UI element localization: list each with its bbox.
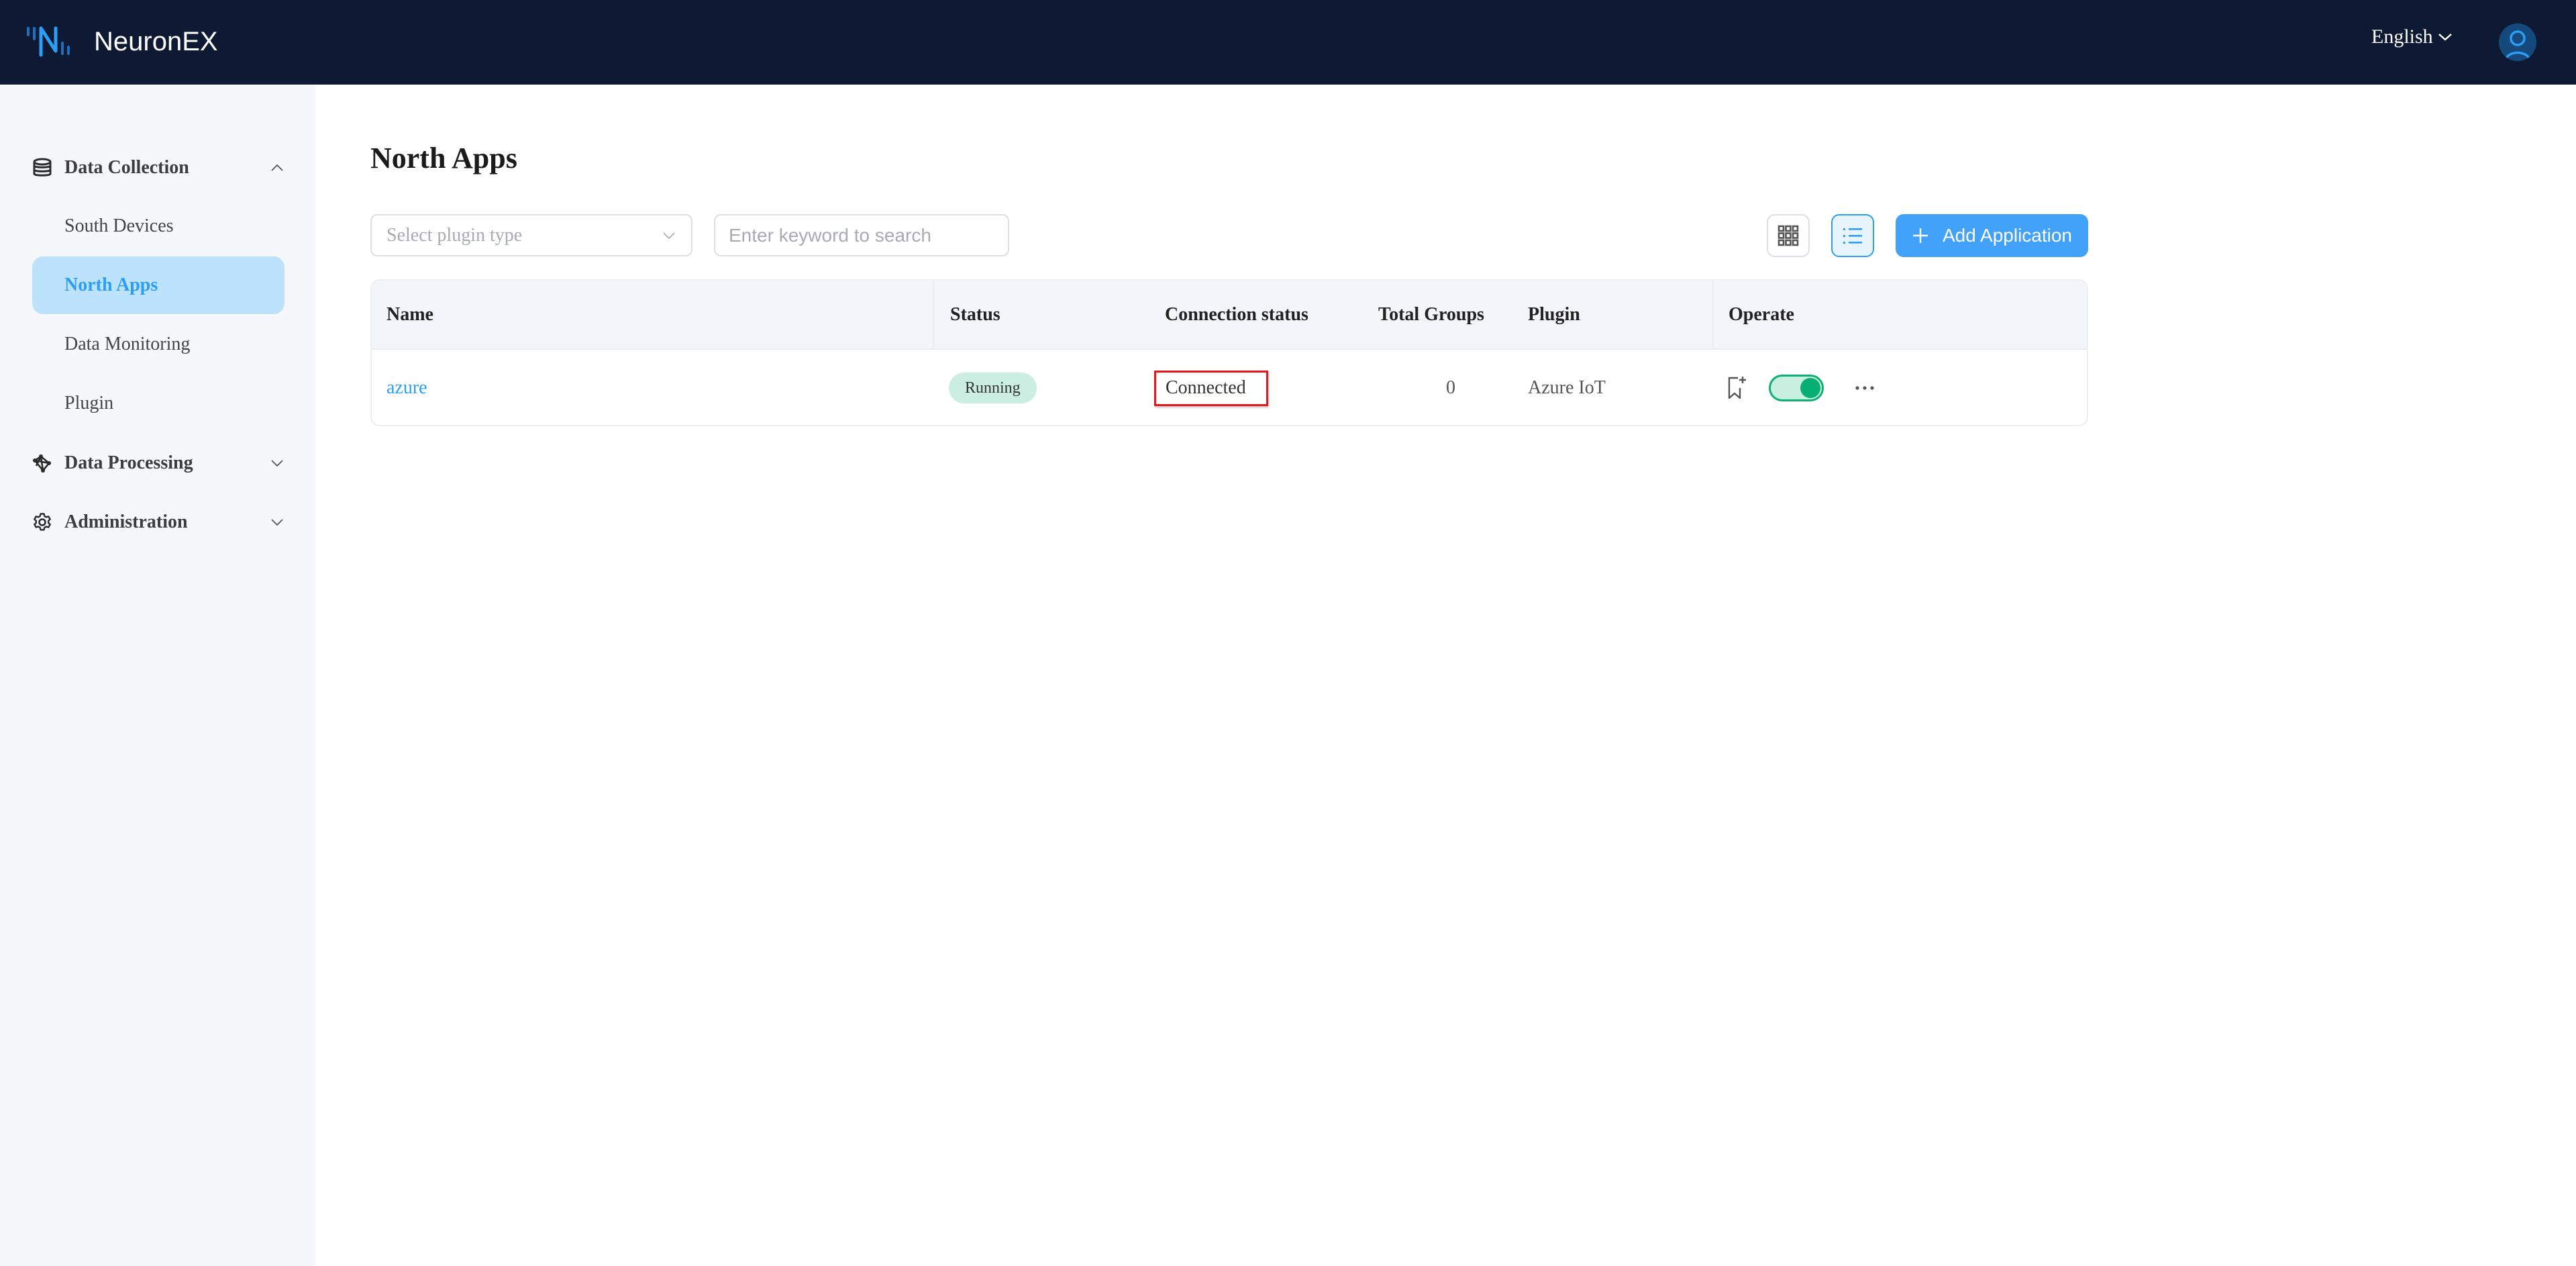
status-badge: Running — [949, 373, 1037, 403]
plus-icon — [1912, 228, 1928, 243]
top-header: NeuronEX English — [0, 0, 2576, 85]
table-header: Name Status Connection status Total Grou… — [372, 281, 2087, 350]
page-title: North Apps — [370, 142, 517, 175]
sidebar-group-label: Administration — [64, 512, 188, 532]
table-row: azure Running Connected 0 Azure IoT — [372, 350, 2087, 425]
sidebar-group-data-processing[interactable]: Data Processing — [32, 443, 285, 483]
grid-view-button[interactable] — [1767, 214, 1810, 257]
neuronex-logo-icon — [27, 26, 70, 57]
row-operations — [1726, 350, 1875, 425]
plugin-type-select[interactable]: Select plugin type — [370, 214, 692, 256]
column-header-plugin: Plugin — [1528, 303, 1580, 325]
language-selector[interactable]: English — [2371, 26, 2453, 48]
chevron-up-icon — [271, 164, 283, 171]
sidebar-item-plugin[interactable]: Plugin — [32, 375, 285, 432]
column-divider — [1712, 281, 1714, 348]
enable-toggle[interactable] — [1769, 375, 1824, 401]
sidebar-group-administration[interactable]: Administration — [32, 502, 285, 542]
language-label: English — [2371, 26, 2433, 48]
column-header-connection-status: Connection status — [1165, 303, 1308, 325]
database-icon — [32, 158, 52, 178]
app-title: NeuronEX — [94, 26, 218, 56]
sidebar: Data Collection South Devices North Apps… — [0, 85, 315, 1266]
connection-status: Connected — [1154, 370, 1268, 406]
grid-icon — [1778, 225, 1799, 246]
sidebar-group-label: Data Processing — [64, 452, 193, 473]
chevron-down-icon — [271, 460, 283, 467]
add-application-button[interactable]: Add Application — [1896, 214, 2088, 257]
app-name-link[interactable]: azure — [387, 377, 427, 399]
chevron-down-icon — [663, 232, 675, 239]
search-input[interactable] — [714, 214, 1009, 256]
list-icon — [1843, 228, 1862, 244]
sidebar-item-label: Data Monitoring — [64, 334, 191, 354]
user-avatar-icon — [2504, 30, 2531, 60]
app-logo[interactable]: NeuronEX — [25, 24, 218, 59]
user-avatar[interactable] — [2499, 23, 2536, 61]
north-apps-table: Name Status Connection status Total Grou… — [370, 279, 2088, 426]
sidebar-item-label: Plugin — [64, 393, 114, 413]
sidebar-group-label: Data Collection — [64, 157, 189, 178]
add-group-bookmark-icon[interactable] — [1726, 375, 1749, 401]
toggle-knob — [1800, 378, 1820, 398]
chevron-down-icon — [2438, 34, 2452, 41]
column-header-total-groups: Total Groups — [1378, 303, 1484, 325]
column-header-name: Name — [387, 303, 433, 325]
sidebar-item-label: North Apps — [64, 275, 158, 295]
sidebar-item-south-devices[interactable]: South Devices — [32, 197, 285, 255]
network-icon — [32, 453, 52, 473]
sidebar-item-label: South Devices — [64, 215, 174, 236]
more-options-icon[interactable] — [1855, 385, 1875, 391]
plugin-type-placeholder: Select plugin type — [387, 224, 523, 246]
plugin-value: Azure IoT — [1528, 377, 1606, 398]
sidebar-item-data-monitoring[interactable]: Data Monitoring — [32, 315, 285, 373]
sidebar-item-north-apps[interactable]: North Apps — [32, 256, 285, 314]
sidebar-group-data-collection[interactable]: Data Collection — [32, 148, 285, 188]
list-view-button[interactable] — [1831, 214, 1874, 257]
column-header-status: Status — [950, 303, 1000, 325]
column-divider — [933, 281, 934, 348]
chevron-down-icon — [271, 519, 283, 526]
add-application-label: Add Application — [1942, 225, 2073, 246]
total-groups-value: 0 — [1446, 377, 1455, 398]
column-header-operate: Operate — [1729, 303, 1794, 325]
gear-icon — [32, 512, 52, 532]
